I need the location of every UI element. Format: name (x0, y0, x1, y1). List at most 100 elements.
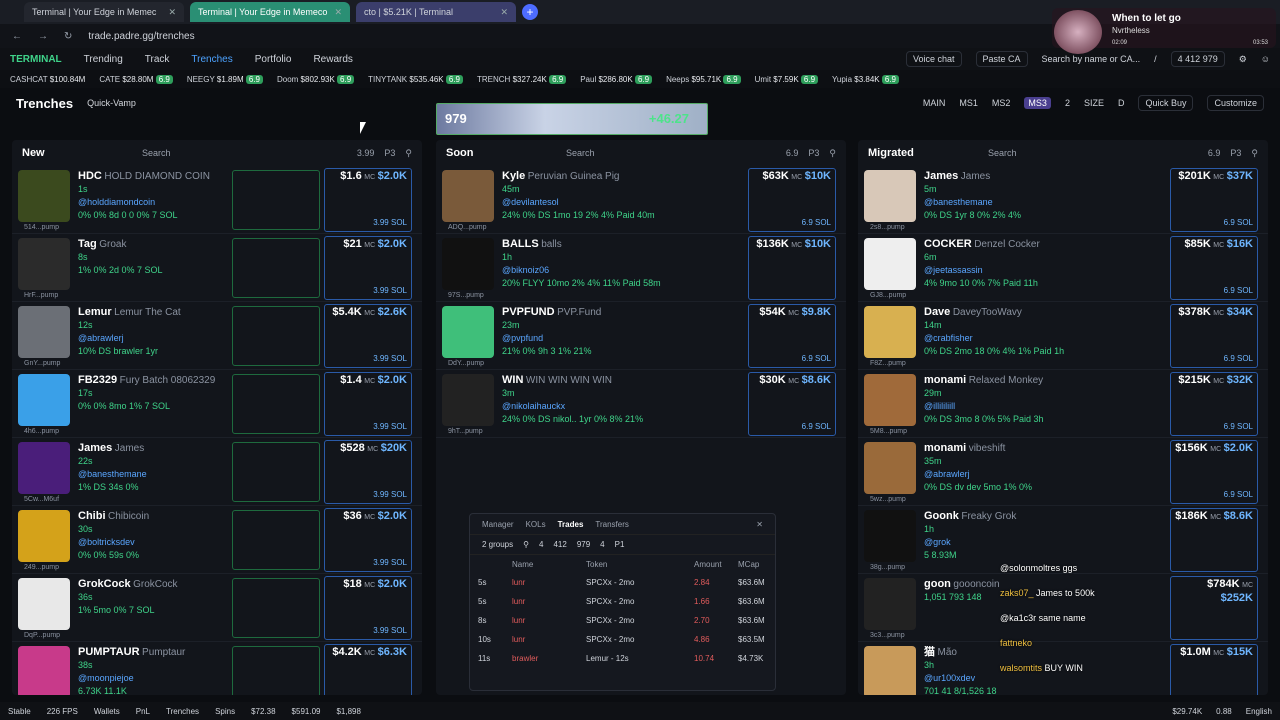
column-amount[interactable]: 6.9 (786, 148, 799, 158)
market-cap-box[interactable]: $36 MC $2.0K 3.99 SOL (324, 508, 412, 572)
profile-icon[interactable]: ☺ (1261, 54, 1270, 64)
market-cap-box[interactable]: $528 MC $20K 3.99 SOL (324, 440, 412, 504)
mode-size[interactable]: SIZE (1084, 98, 1104, 108)
buy-amount[interactable]: 3.99 SOL (373, 625, 407, 637)
token-card[interactable]: 4h6...pump FB2329 Fury Batch 08062329 17s 0… (12, 370, 422, 438)
ticker-item[interactable]: CATE $28.80M 6.9 (99, 74, 173, 84)
token-card[interactable]: PUMPTAUR Pumptaur 38s @moonpiejoe 6.73K 11.… (12, 642, 422, 695)
market-cap-box[interactable]: $186K MC $8.6K (1170, 508, 1258, 572)
token-handle[interactable]: @abrawlerj (78, 333, 124, 343)
quick-buy-toggle[interactable]: Quick Buy (1138, 95, 1194, 111)
column-search[interactable]: Search (566, 148, 595, 158)
market-cap-box[interactable]: $201K MC $37K 6.9 SOL (1170, 168, 1258, 232)
close-icon[interactable]: ✕ (500, 7, 508, 18)
column-amount[interactable]: 3.99 (357, 148, 375, 158)
mode-main[interactable]: MAIN (923, 98, 946, 108)
ticker-item[interactable]: TRENCH $327.24K 6.9 (477, 74, 567, 84)
market-cap-box[interactable]: $136K MC $10K (748, 236, 836, 300)
token-card[interactable]: 2s8...pump James James 5m @banesthemane 0% D… (858, 166, 1268, 234)
token-handle[interactable]: @grok (924, 537, 951, 547)
market-cap-box[interactable]: $63K MC $10K 6.9 SOL (748, 168, 836, 232)
status-spins[interactable]: Spins (215, 707, 235, 716)
ticker-item[interactable]: Paul $286.80K 6.9 (580, 74, 653, 84)
groups-select[interactable]: 2 groups (482, 540, 513, 549)
market-cap-box[interactable]: $784K MC $252K (1170, 576, 1258, 640)
logo[interactable]: TERMINAL (10, 54, 62, 65)
buy-amount[interactable]: 6.9 SOL (1224, 353, 1253, 365)
table-row[interactable]: 8s lunr SPCXx - 2mo 2.70 $63.6M (470, 611, 775, 630)
trade-token[interactable]: SPCXx - 2mo (586, 635, 694, 644)
token-avatar[interactable]: 3c3...pump (864, 578, 916, 639)
token-avatar[interactable]: F8Z...pump (864, 306, 916, 367)
token-avatar[interactable]: 249...pump (18, 510, 70, 571)
token-handle[interactable]: @boltricksdev (78, 537, 135, 547)
trade-name[interactable]: lunr (512, 597, 586, 606)
column-preset[interactable]: P3 (1230, 148, 1241, 158)
token-handle[interactable]: @crabfisher (924, 333, 973, 343)
token-avatar[interactable]: 97S...pump (442, 238, 494, 299)
url-field[interactable]: trade.padre.gg/trenches (88, 31, 194, 42)
buy-amount[interactable]: 3.99 SOL (373, 557, 407, 569)
trade-name[interactable]: lunr (512, 635, 586, 644)
close-icon[interactable]: ✕ (168, 7, 176, 18)
filter-icon[interactable]: ⚲ (523, 540, 529, 549)
ticker-item[interactable]: Yupia $3.84K 6.9 (832, 74, 899, 84)
token-card[interactable]: HrF...pump Tag Groak 8s 1% 0% 2d 0% 7 SOL $2… (12, 234, 422, 302)
market-cap-box[interactable]: $21 MC $2.0K 3.99 SOL (324, 236, 412, 300)
token-card[interactable]: GnY...pump Lemur Lemur The Cat 12s @abrawle… (12, 302, 422, 370)
status-wallets[interactable]: Wallets (94, 707, 120, 716)
token-handle[interactable]: @jeetassassin (924, 265, 983, 275)
token-handle[interactable]: @abrawlerj (924, 469, 970, 479)
buy-amount[interactable]: 3.99 SOL (373, 489, 407, 501)
ticker-item[interactable]: TINYTANK $535.46K 6.9 (368, 74, 463, 84)
token-handle[interactable]: @devilantesol (502, 197, 559, 207)
market-cap-box[interactable]: $54K MC $9.8K 6.9 SOL (748, 304, 836, 368)
table-row[interactable]: 5s lunr SPCXx - 2mo 2.84 $63.6M (470, 573, 775, 592)
buy-amount[interactable]: 3.99 SOL (373, 285, 407, 297)
nav-rewards[interactable]: Rewards (313, 54, 352, 65)
trade-token[interactable]: SPCXx - 2mo (586, 578, 694, 587)
nav-trending[interactable]: Trending (84, 54, 123, 65)
market-cap-box[interactable]: $215K MC $32K 6.9 SOL (1170, 372, 1258, 436)
mode-2[interactable]: 2 (1065, 98, 1070, 108)
token-card[interactable]: 249...pump Chibi Chibicoin 30s @boltricksde… (12, 506, 422, 574)
panel-tab-manager[interactable]: Manager (482, 520, 514, 529)
token-card[interactable]: DqP...pump GrokCock GrokCock 36s 1% 5mo 0% … (12, 574, 422, 642)
trade-name[interactable]: lunr (512, 578, 586, 587)
trade-token[interactable]: SPCXx - 2mo (586, 597, 694, 606)
token-card[interactable]: F8Z...pump Dave DaveyTooWavy 14m @crabfishe… (858, 302, 1268, 370)
token-handle[interactable]: @banesthemane (78, 469, 147, 479)
token-avatar[interactable]: DdY...pump (442, 306, 494, 367)
back-icon[interactable]: ← (12, 31, 22, 42)
market-cap-box[interactable]: $1.0M MC $15K (1170, 644, 1258, 695)
nav-trenches[interactable]: Trenches (191, 54, 232, 65)
market-cap-box[interactable]: $18 MC $2.0K 3.99 SOL (324, 576, 412, 640)
trade-name[interactable]: lunr (512, 616, 586, 625)
panel-tab-transfers[interactable]: Transfers (595, 520, 629, 529)
panel-tab-trades[interactable]: Trades (558, 520, 584, 529)
token-avatar[interactable]: DqP...pump (18, 578, 70, 639)
token-handle[interactable]: @moonpiejoe (78, 673, 134, 683)
mode-ms3[interactable]: MS3 (1024, 97, 1051, 109)
token-handle[interactable]: @ur100xdev (924, 673, 975, 683)
trade-token[interactable]: Lemur - 12s (586, 654, 694, 663)
token-avatar[interactable]: 38g...pump (864, 510, 916, 571)
market-cap-box[interactable]: $85K MC $16K 6.9 SOL (1170, 236, 1258, 300)
filter-icon[interactable]: ⚲ (829, 148, 836, 159)
token-avatar[interactable]: GJ8...pump (864, 238, 916, 299)
token-card[interactable]: 5Cw...M6uf James James 22s @banesthemane 1% … (12, 438, 422, 506)
token-avatar[interactable]: GnY...pump (18, 306, 70, 367)
trade-token[interactable]: SPCXx - 2mo (586, 616, 694, 625)
search-input[interactable]: Search by name or CA... (1042, 54, 1141, 64)
status-trenches[interactable]: Trenches (166, 707, 199, 716)
browser-tab[interactable]: cto | $5.21K | Terminal ✕ (356, 2, 516, 22)
filter-icon[interactable]: ⚲ (405, 148, 412, 159)
table-row[interactable]: 5s lunr SPCXx - 2mo 1.66 $63.6M (470, 592, 775, 611)
buy-amount[interactable]: 6.9 SOL (1224, 285, 1253, 297)
token-avatar[interactable]: 2s8...pump (864, 170, 916, 231)
panel-tab-kols[interactable]: KOLs (526, 520, 546, 529)
nav-track[interactable]: Track (145, 54, 170, 65)
token-card[interactable]: 5wz...pump monami vibeshift 35m @abrawlerj 0… (858, 438, 1268, 506)
market-cap-box[interactable]: $156K MC $2.0K 6.9 SOL (1170, 440, 1258, 504)
buy-amount[interactable]: 6.9 SOL (1224, 217, 1253, 229)
